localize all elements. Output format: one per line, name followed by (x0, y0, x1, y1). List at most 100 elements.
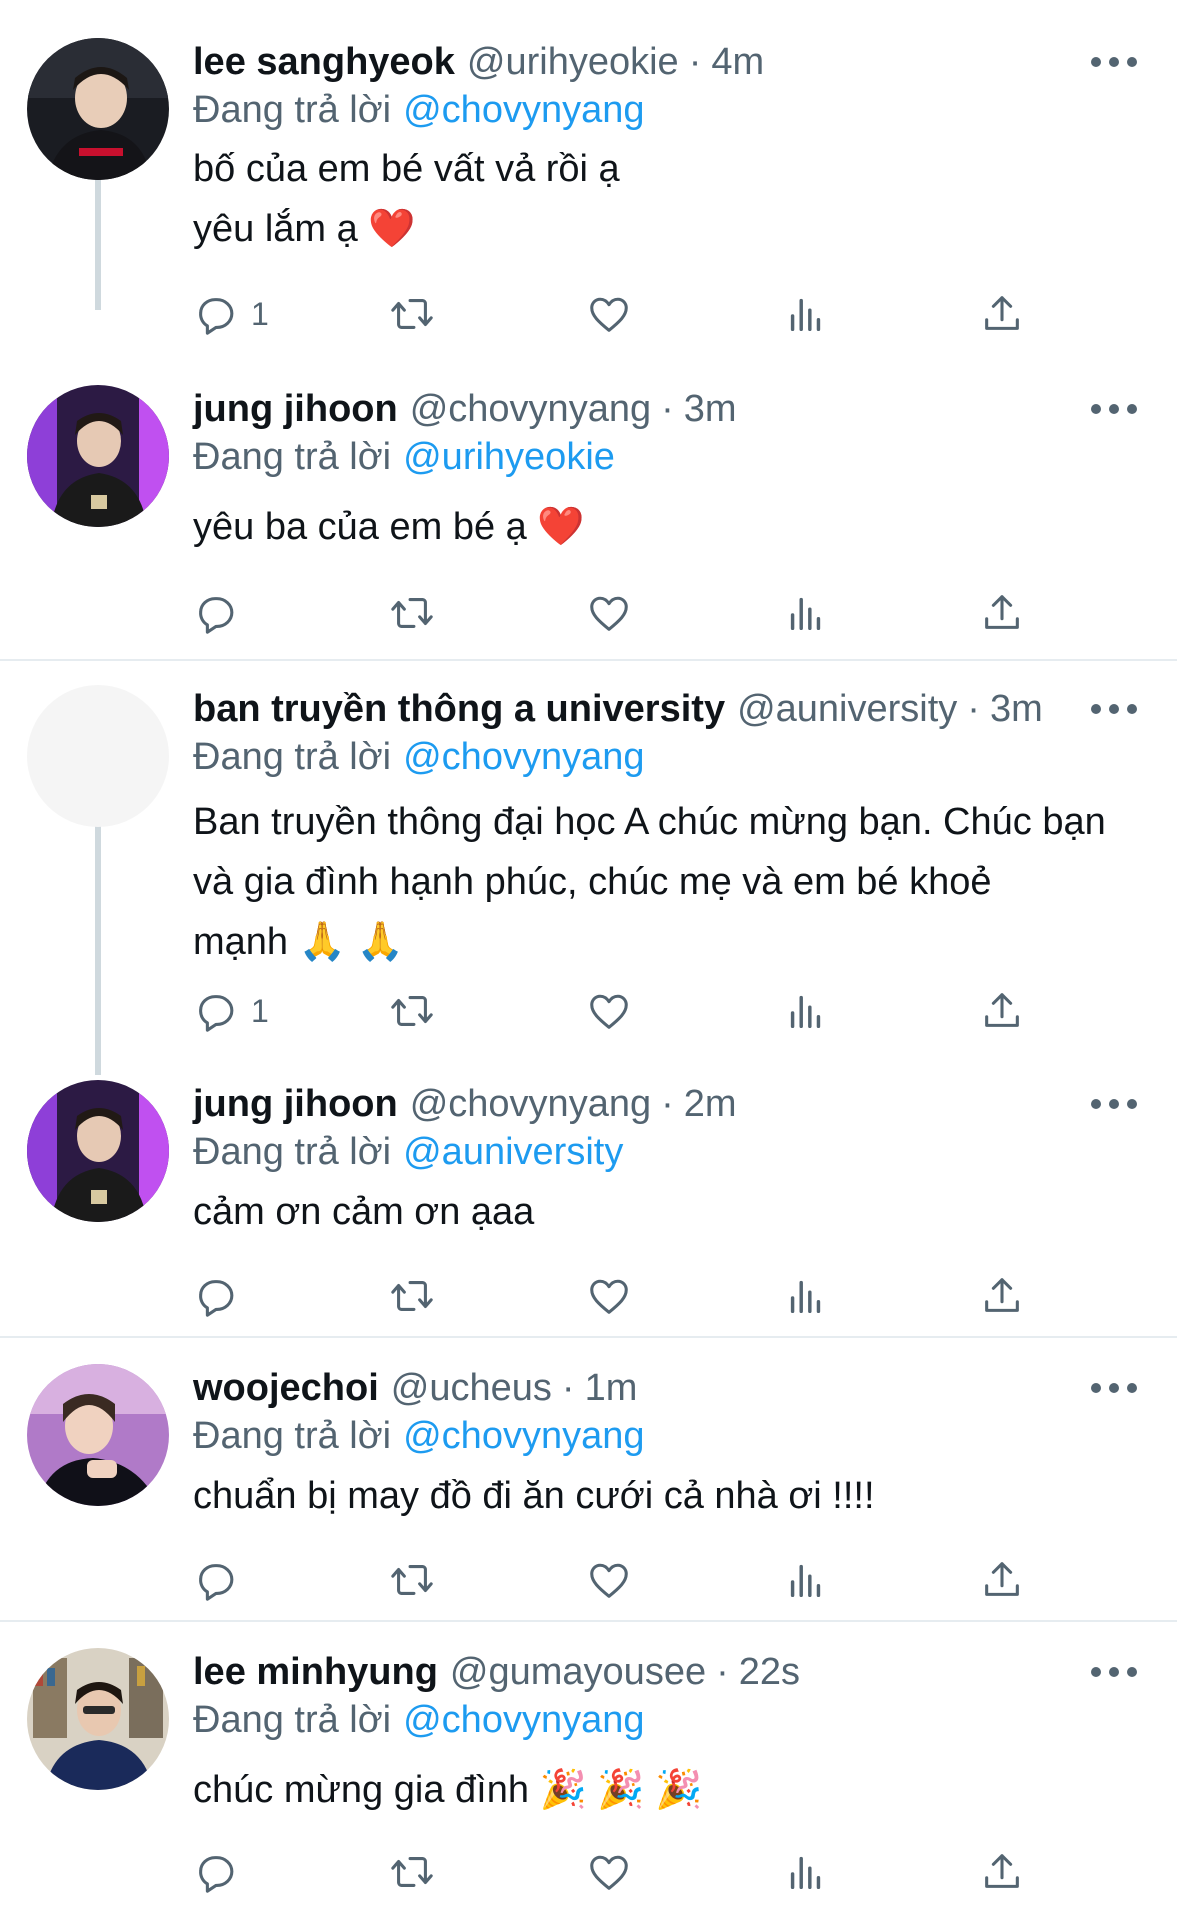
reply-count: 1 (251, 992, 269, 1029)
display-name[interactable]: ban truyền thông a university (193, 685, 725, 733)
like-button[interactable] (586, 587, 632, 639)
display-name[interactable]: lee sanghyeok (193, 38, 455, 86)
tweet-text-line: cảm ơn cảm ơn ạaa (193, 1191, 535, 1233)
avatar[interactable] (27, 1080, 169, 1222)
more-icon[interactable] (1091, 1368, 1137, 1408)
avatar[interactable] (27, 385, 169, 527)
tweet-text: yêu ba của em bé ạ ❤️ (193, 497, 1137, 557)
timestamp[interactable]: 3m (990, 685, 1043, 733)
like-button[interactable] (586, 1270, 632, 1322)
display-name[interactable]: lee minhyung (193, 1648, 438, 1696)
retweet-button[interactable] (389, 288, 435, 340)
views-icon (790, 995, 821, 1029)
tweet-divider (0, 1620, 1177, 1622)
retweet-button[interactable] (389, 587, 435, 639)
user-handle[interactable]: @gumayousee (450, 1648, 706, 1696)
share-button[interactable] (979, 587, 1025, 639)
views-button[interactable] (783, 1270, 829, 1322)
mention-link[interactable]: @urihyeokie (403, 436, 615, 478)
tweet[interactable]: woojechoi @ucheus · 1m Đang trả lời @chov… (0, 1364, 1177, 1614)
retweet-icon (391, 1857, 433, 1887)
share-button[interactable] (979, 985, 1025, 1037)
action-bar (193, 1554, 1053, 1606)
timestamp[interactable]: 2m (684, 1080, 737, 1128)
replying-to-line: Đang trả lời @urihyeokie (193, 433, 615, 481)
more-icon[interactable] (1091, 1084, 1137, 1124)
avatar[interactable] (27, 38, 169, 180)
reply-button[interactable]: 1 (193, 288, 269, 340)
tweet-text: chúc mừng gia đình 🎉 🎉 🎉 (193, 1760, 1137, 1820)
user-handle[interactable]: @urihyeokie (467, 38, 679, 86)
tweet-text: bố của em bé vất vả rồi ạ yêu lắm ạ ❤️ (193, 139, 1137, 259)
user-handle[interactable]: @chovynyang (410, 385, 651, 433)
views-button[interactable] (783, 288, 829, 340)
user-handle[interactable]: @ucheus (391, 1364, 552, 1412)
separator-dot: · (688, 41, 702, 83)
views-button[interactable] (783, 587, 829, 639)
avatar[interactable] (27, 685, 169, 827)
timestamp[interactable]: 22s (739, 1648, 800, 1696)
tweet[interactable]: lee minhyung @gumayousee · 22s Đang trả … (0, 1648, 1177, 1920)
share-button[interactable] (979, 1270, 1025, 1322)
tweet[interactable]: ban truyền thông a university @auniversi… (0, 685, 1177, 1045)
replying-to-line: Đang trả lời @auniversity (193, 1128, 623, 1176)
views-button[interactable] (783, 985, 829, 1037)
reply-count: 1 (251, 295, 269, 332)
heart-icon (590, 596, 628, 631)
display-name[interactable]: jung jihoon (193, 1080, 398, 1128)
tweet[interactable]: lee sanghyeok @urihyeokie · 4m Đang trả … (0, 38, 1177, 358)
reply-button[interactable] (193, 1270, 251, 1322)
timestamp[interactable]: 1m (585, 1364, 638, 1412)
reply-icon (199, 995, 234, 1032)
reply-button[interactable] (193, 1846, 251, 1898)
retweet-button[interactable] (389, 1554, 435, 1606)
share-button[interactable] (979, 1554, 1025, 1606)
avatar[interactable] (27, 1364, 169, 1506)
share-button[interactable] (979, 1846, 1025, 1898)
mention-link[interactable]: @chovynyang (403, 1415, 644, 1457)
share-icon (985, 993, 1019, 1027)
tweet-divider (0, 1336, 1177, 1338)
display-name[interactable]: jung jihoon (193, 385, 398, 433)
mention-link[interactable]: @chovynyang (403, 1699, 644, 1741)
action-bar: 1 (193, 985, 1053, 1037)
more-icon[interactable] (1091, 389, 1137, 429)
share-button[interactable] (979, 288, 1025, 340)
mention-link[interactable]: @auniversity (403, 1131, 623, 1173)
reply-icon (199, 1856, 234, 1893)
mention-link[interactable]: @chovynyang (403, 736, 644, 778)
retweet-button[interactable] (389, 985, 435, 1037)
display-name[interactable]: woojechoi (193, 1364, 379, 1412)
reply-button[interactable] (193, 1554, 251, 1606)
views-icon (790, 298, 821, 332)
more-icon[interactable] (1091, 1652, 1137, 1692)
action-bar (193, 1846, 1053, 1898)
retweet-icon (391, 598, 433, 628)
retweet-button[interactable] (389, 1270, 435, 1322)
views-button[interactable] (783, 1554, 829, 1606)
like-button[interactable] (586, 1554, 632, 1606)
like-button[interactable] (586, 288, 632, 340)
user-handle[interactable]: @auniversity (737, 685, 957, 733)
like-button[interactable] (586, 1846, 632, 1898)
mention-link[interactable]: @chovynyang (403, 89, 644, 131)
tweet[interactable]: jung jihoon @chovynyang · 3m Đang trả lờ… (0, 385, 1177, 665)
avatar[interactable] (27, 1648, 169, 1790)
user-handle[interactable]: @chovynyang (410, 1080, 651, 1128)
action-bar (193, 1270, 1053, 1322)
retweet-button[interactable] (389, 1846, 435, 1898)
views-button[interactable] (783, 1846, 829, 1898)
timestamp[interactable]: 4m (711, 38, 764, 86)
reply-button[interactable] (193, 587, 251, 639)
heart-icon (590, 1563, 628, 1598)
tweet[interactable]: jung jihoon @chovynyang · 2m Đang trả lờ… (0, 1080, 1177, 1330)
replying-label: Đang trả lời (193, 1415, 392, 1457)
more-icon[interactable] (1091, 689, 1137, 729)
share-icon (985, 1854, 1019, 1888)
timestamp[interactable]: 3m (684, 385, 737, 433)
reply-button[interactable]: 1 (193, 985, 269, 1037)
like-button[interactable] (586, 985, 632, 1037)
views-icon (790, 1856, 821, 1890)
more-icon[interactable] (1091, 42, 1137, 82)
replying-label: Đang trả lời (193, 1131, 392, 1173)
